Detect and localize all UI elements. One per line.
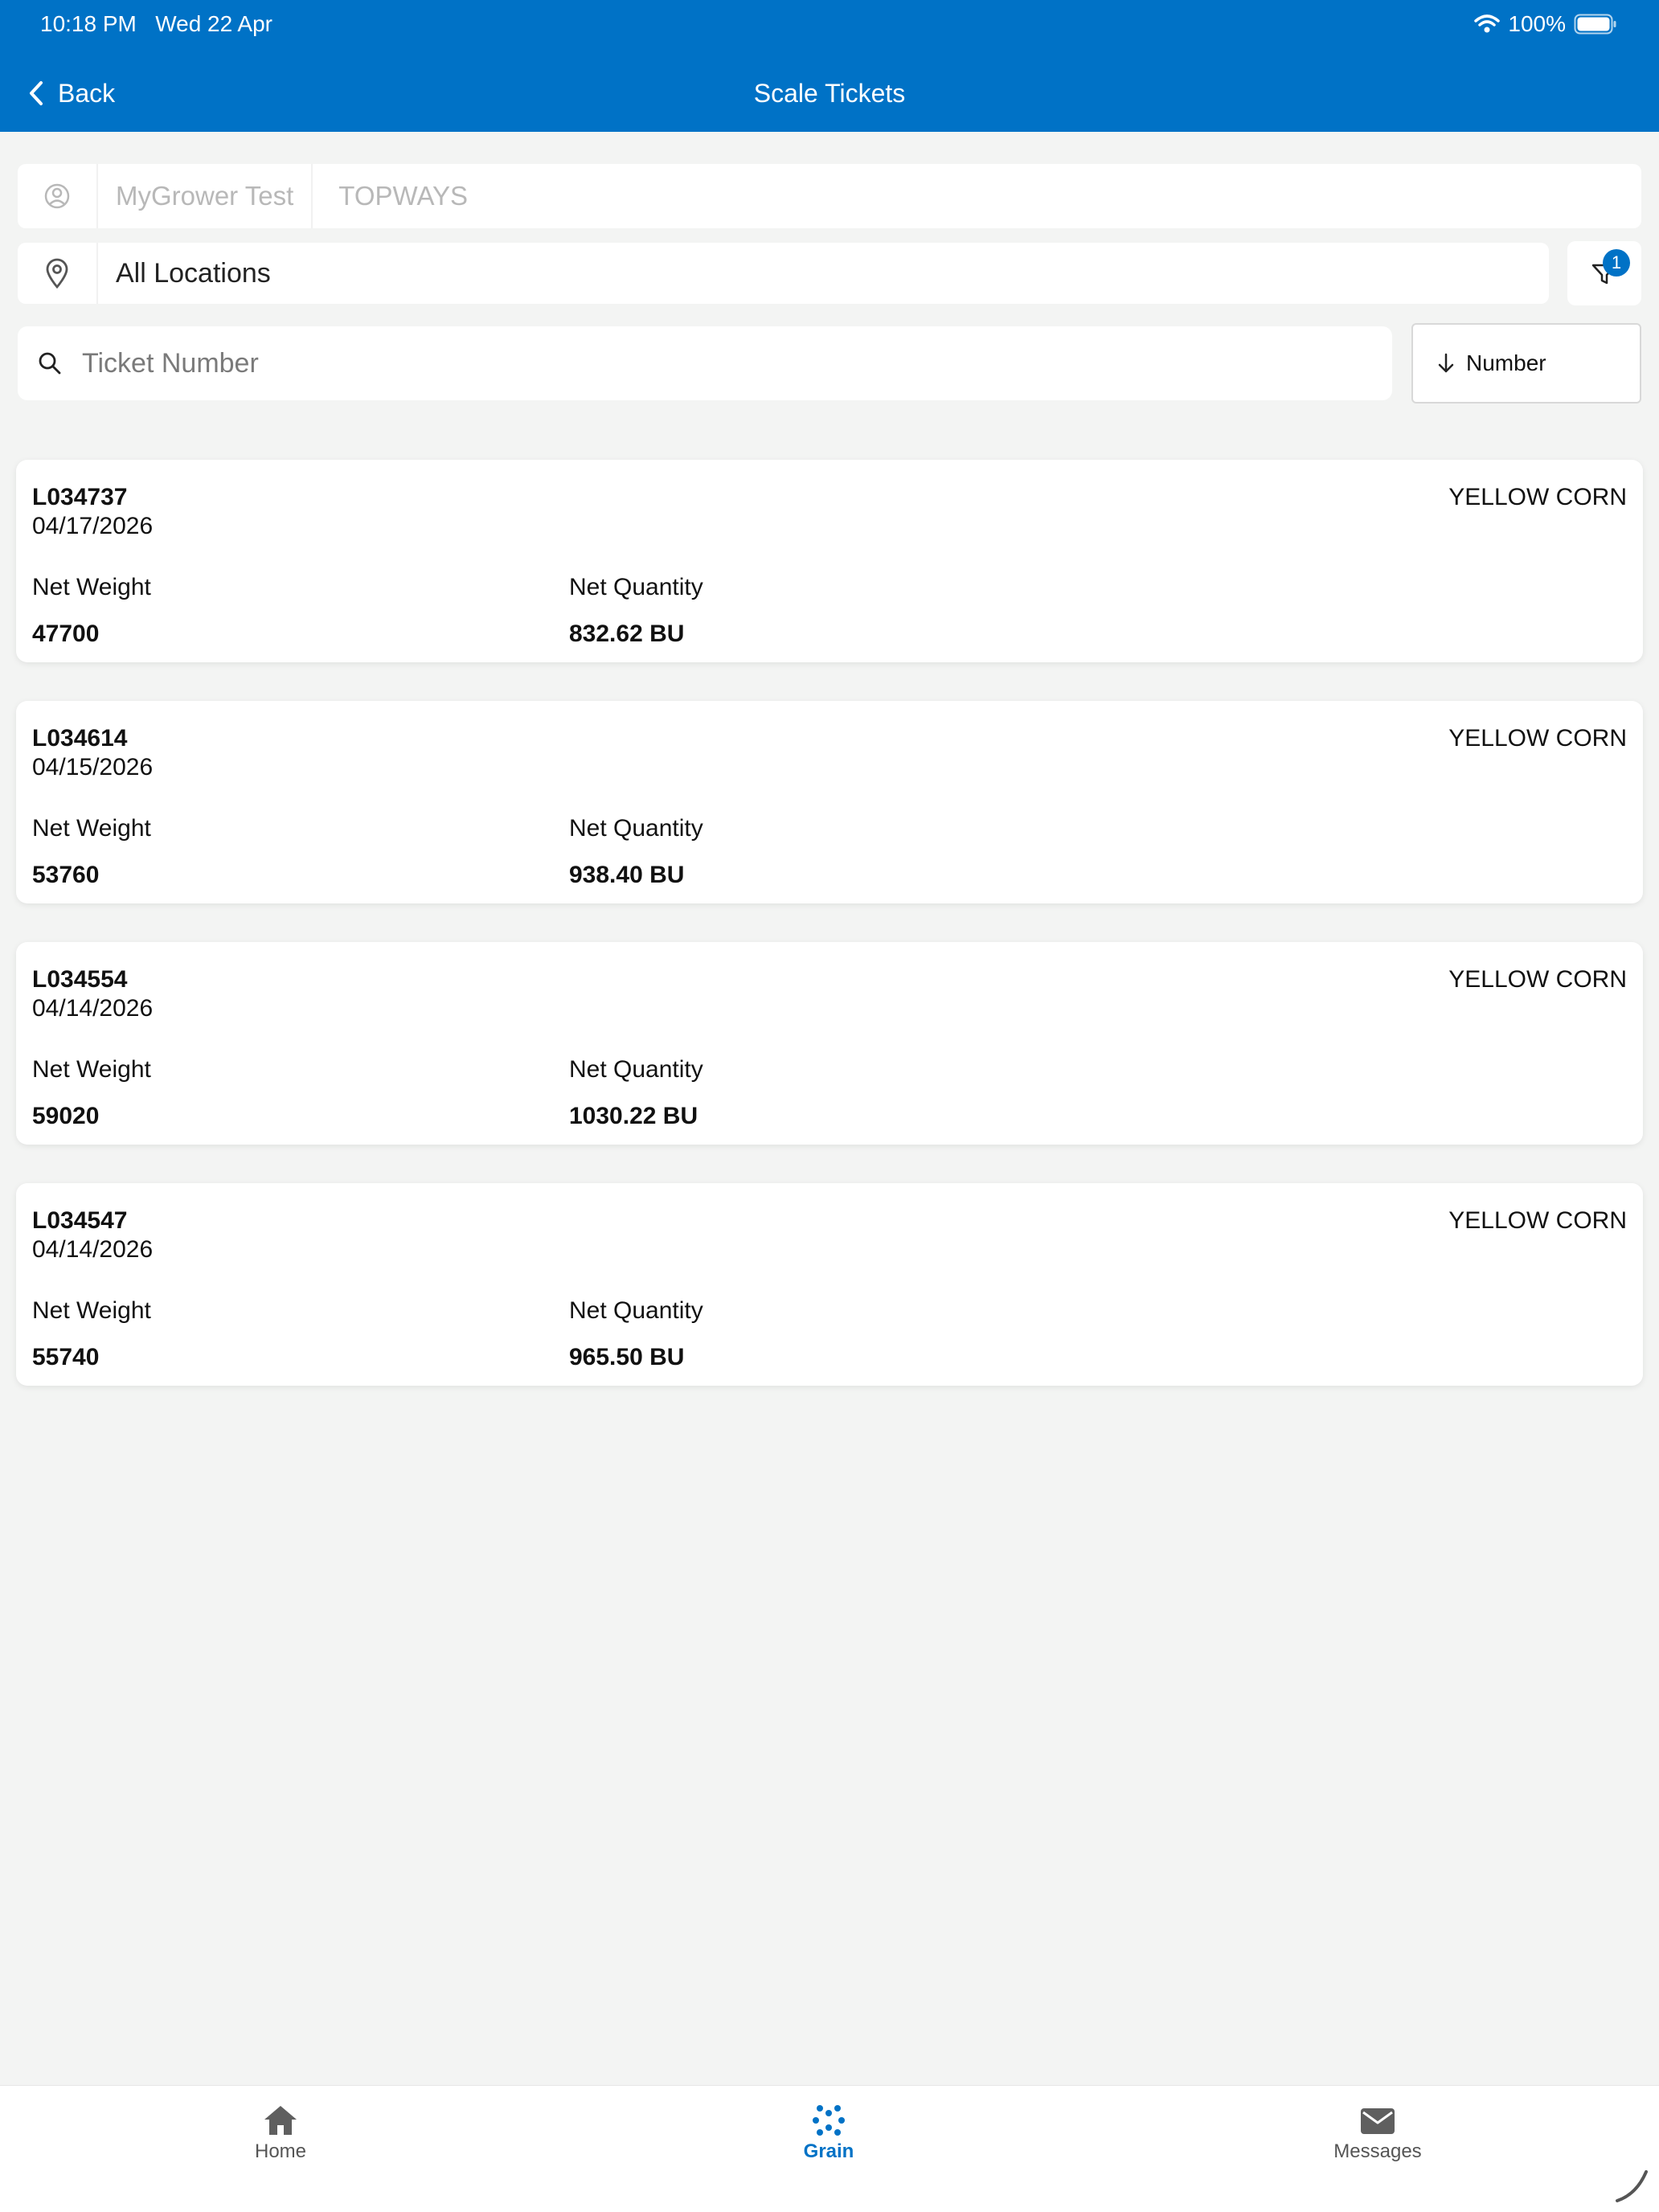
tab-grain-label: Grain [803, 2140, 854, 2162]
arrow-down-icon [1438, 353, 1454, 373]
net-weight-value: 59020 [32, 1103, 100, 1129]
net-quantity-value: 1030.22 BU [569, 1103, 698, 1129]
back-label: Back [58, 78, 116, 108]
mail-icon [1361, 2108, 1395, 2134]
net-weight-label: Net Weight [32, 815, 151, 842]
net-weight-label: Net Weight [32, 1297, 151, 1324]
grower-selector[interactable]: MyGrower Test TOPWAYS [18, 164, 1641, 228]
status-time: 10:18 PM Wed 22 Apr [40, 11, 272, 37]
location-value: All Locations [116, 257, 271, 289]
sort-button[interactable]: Number [1411, 323, 1641, 403]
filter-button[interactable]: 1 [1567, 241, 1641, 305]
ticket-number: L034737 [32, 484, 128, 510]
net-quantity-value: 832.62 BU [569, 621, 685, 647]
map-pin-icon [46, 258, 68, 289]
net-weight-value: 53760 [32, 862, 100, 888]
wifi-icon [1474, 14, 1501, 33]
net-quantity-label: Net Quantity [569, 1056, 703, 1083]
status-date: Wed 22 Apr [155, 11, 272, 36]
net-quantity-label: Net Quantity [569, 574, 703, 600]
battery-percent: 100% [1508, 11, 1566, 36]
ticket-commodity: YELLOW CORN [1448, 966, 1627, 993]
ticket-date: 04/14/2026 [32, 1236, 154, 1263]
ticket-number: L034547 [32, 1207, 128, 1234]
status-clock: 10:18 PM [40, 11, 137, 36]
grower-icon-cell [18, 164, 98, 228]
net-quantity-label: Net Quantity [569, 815, 703, 842]
back-button[interactable]: Back [27, 76, 115, 111]
ticket-card[interactable]: L034554 04/14/2026 YELLOW CORN Net Weigh… [16, 942, 1643, 1145]
corner-grabber-icon [1616, 2170, 1648, 2202]
status-indicators: 100% [1474, 11, 1617, 37]
app-header: 10:18 PM Wed 22 Apr 100% Back Scale Tick… [0, 0, 1659, 132]
search-icon [39, 352, 61, 375]
grower-name: MyGrower Test [98, 164, 313, 228]
ticket-commodity: YELLOW CORN [1448, 484, 1627, 510]
tab-home-label: Home [254, 2140, 307, 2162]
net-weight-label: Net Weight [32, 1056, 151, 1083]
battery-icon [1574, 14, 1616, 35]
ticket-card[interactable]: L034737 04/17/2026 YELLOW CORN Net Weigh… [16, 460, 1643, 662]
tab-messages-label: Messages [1333, 2140, 1422, 2162]
tab-grain[interactable]: Grain [748, 2103, 909, 2163]
tab-messages[interactable]: Messages [1297, 2103, 1458, 2163]
tab-bar: Home Grain Messages [0, 2085, 1659, 2212]
ticket-number: L034614 [32, 725, 128, 752]
home-icon [264, 2106, 297, 2135]
user-circle-icon [44, 183, 70, 209]
net-quantity-value: 938.40 BU [569, 862, 685, 888]
ticket-date: 04/14/2026 [32, 995, 154, 1022]
net-weight-value: 47700 [32, 621, 100, 647]
organization-name: TOPWAYS [338, 181, 469, 211]
tab-home[interactable]: Home [200, 2103, 361, 2163]
ticket-search-input[interactable]: Ticket Number [18, 326, 1392, 400]
net-quantity-label: Net Quantity [569, 1297, 703, 1324]
status-bar: 10:18 PM Wed 22 Apr 100% [0, 0, 1659, 51]
net-quantity-value: 965.50 BU [569, 1344, 685, 1370]
search-placeholder: Ticket Number [82, 347, 259, 379]
ticket-card[interactable]: L034614 04/15/2026 YELLOW CORN Net Weigh… [16, 701, 1643, 903]
ticket-commodity: YELLOW CORN [1448, 725, 1627, 752]
net-weight-label: Net Weight [32, 574, 151, 600]
filter-count-badge: 1 [1603, 249, 1630, 276]
location-selector[interactable]: All Locations [18, 243, 1549, 304]
ticket-commodity: YELLOW CORN [1448, 1207, 1627, 1234]
page-title: Scale Tickets [753, 79, 906, 108]
ticket-number: L034554 [32, 966, 128, 993]
sort-label: Number [1466, 350, 1546, 375]
net-weight-value: 55740 [32, 1344, 100, 1370]
search-icon-cell [18, 351, 82, 375]
location-icon-cell [18, 243, 98, 304]
ticket-date: 04/17/2026 [32, 513, 154, 539]
grain-icon [813, 2105, 845, 2136]
chevron-left-icon [30, 81, 43, 105]
ticket-date: 04/15/2026 [32, 754, 154, 780]
ticket-card[interactable]: L034547 04/14/2026 YELLOW CORN Net Weigh… [16, 1183, 1643, 1386]
